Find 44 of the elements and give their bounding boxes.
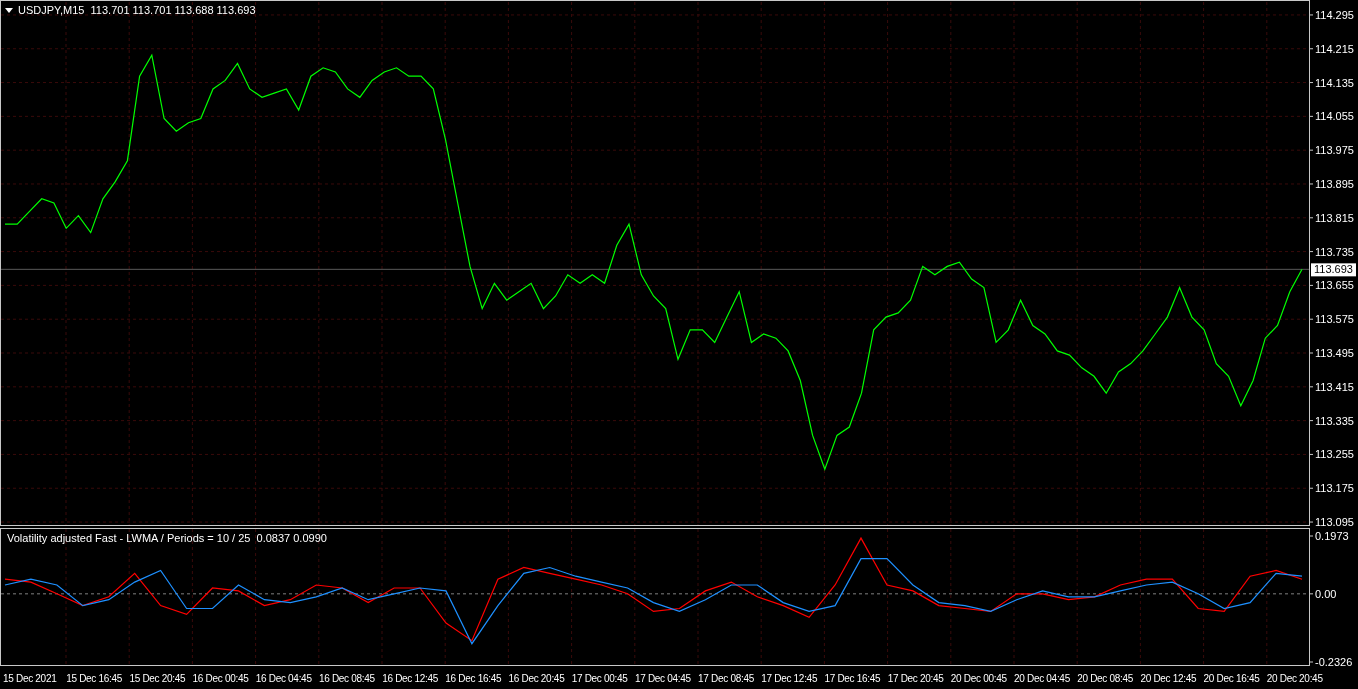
price-axis-label: 113.895 <box>1315 178 1354 190</box>
price-axis-label: 113.735 <box>1315 245 1354 258</box>
time-axis-label: 16 Dec 00:45 <box>192 672 250 684</box>
time-axis-label: 20 Dec 00:45 <box>950 672 1008 684</box>
time-axis-label: 16 Dec 04:45 <box>255 672 313 684</box>
indicator-title: Volatility adjusted Fast - LWMA / Periods = 10 / 25 0.0837 0.0990 <box>7 532 327 544</box>
price-axis-label: 113.255 <box>1315 448 1354 461</box>
time-axis-label: 17 Dec 00:45 <box>571 672 629 684</box>
price-axis-label: 113.495 <box>1315 347 1354 359</box>
time-axis-label: 16 Dec 20:45 <box>508 672 566 684</box>
time-axis-label: 17 Dec 20:45 <box>887 672 945 684</box>
indicator-axis-label: 0.00 <box>1315 587 1337 600</box>
dropdown-triangle-icon[interactable] <box>5 8 13 13</box>
time-axis-label: 17 Dec 16:45 <box>824 672 882 684</box>
price-axis-label: 113.335 <box>1315 414 1354 427</box>
time-axis-label: 20 Dec 08:45 <box>1077 672 1135 684</box>
indicator-axis-label: 0.1973 <box>1315 530 1349 542</box>
price-axis-label: 113.975 <box>1315 144 1354 157</box>
price-axis-label: 114.135 <box>1315 76 1354 89</box>
time-axis-label: 16 Dec 12:45 <box>382 672 439 684</box>
time-axis-label: 17 Dec 12:45 <box>761 672 819 684</box>
time-axis-label: 17 Dec 08:45 <box>698 672 755 684</box>
price-axis-label: 114.215 <box>1315 42 1354 55</box>
time-axis-label: 16 Dec 08:45 <box>318 672 376 684</box>
price-axis-label: 113.095 <box>1315 516 1354 527</box>
chart-title: USDJPY,M15 113.701 113.701 113.688 113.693 <box>18 4 256 16</box>
price-axis-label: 113.655 <box>1315 279 1354 292</box>
time-axis-label: 20 Dec 20:45 <box>1266 672 1324 684</box>
price-axis-label: 114.055 <box>1315 110 1354 123</box>
time-axis-label: 15 Dec 16:45 <box>66 672 124 684</box>
time-axis-label: 16 Dec 16:45 <box>445 672 503 684</box>
time-axis-label: 17 Dec 04:45 <box>634 672 692 684</box>
price-axis-label: 114.295 <box>1315 8 1354 21</box>
time-axis-label: 20 Dec 12:45 <box>1140 672 1198 684</box>
price-axis-label: 113.175 <box>1315 482 1354 495</box>
time-axis-label: 15 Dec 2021 <box>3 672 58 684</box>
price-axis-label: 113.575 <box>1315 313 1354 326</box>
price-axis-label: 113.415 <box>1315 380 1354 393</box>
price-axis-label: 113.815 <box>1315 211 1354 224</box>
time-axis-label: 15 Dec 20:45 <box>129 672 187 684</box>
indicator-axis-label: -0.2326 <box>1315 656 1353 667</box>
time-axis-label: 20 Dec 04:45 <box>1014 672 1071 684</box>
current-price-tag: 113.693 <box>1311 263 1356 277</box>
time-axis-label: 20 Dec 16:45 <box>1203 672 1261 684</box>
